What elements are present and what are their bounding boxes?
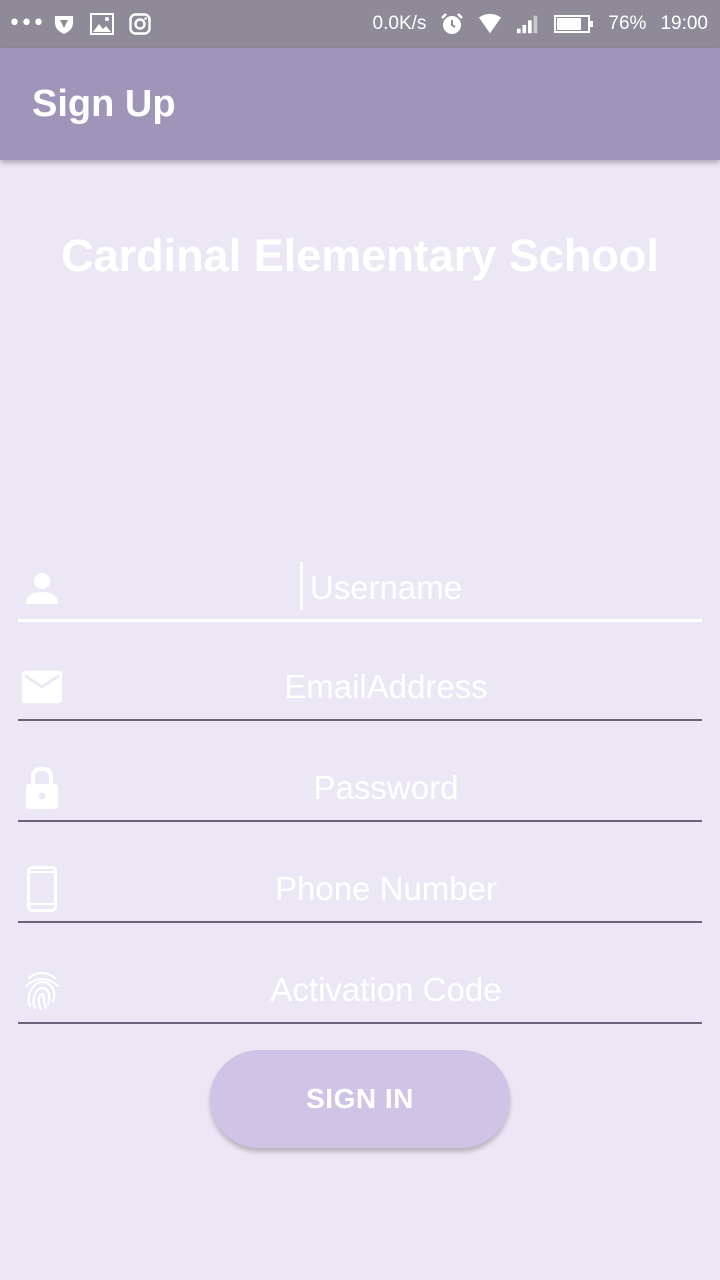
instagram-icon (128, 12, 152, 36)
activation-code-input[interactable] (70, 960, 702, 1020)
sign-in-button[interactable]: SIGN IN (210, 1050, 510, 1148)
status-right: 0.0K/s 76% 19:00 (373, 12, 708, 36)
wifi-icon (478, 12, 502, 36)
username-field[interactable] (18, 558, 702, 622)
person-icon (22, 566, 62, 610)
status-bar: ••• 0.0K/s 76% 19:00 (0, 0, 720, 48)
lock-icon (22, 766, 62, 810)
activation-code-field[interactable] (18, 960, 702, 1024)
email-input[interactable] (70, 657, 702, 717)
page-title: Sign Up (32, 82, 176, 125)
fingerprint-icon (22, 968, 62, 1012)
battery-percent: 76% (608, 13, 647, 34)
status-left: ••• (8, 11, 152, 36)
school-title: Cardinal Elementary School (61, 230, 659, 281)
gallery-icon (90, 12, 114, 36)
envelope-icon (22, 665, 62, 709)
phone-field[interactable] (18, 859, 702, 923)
phone-icon (22, 866, 62, 912)
app-bar: Sign Up (0, 48, 720, 160)
username-input[interactable] (70, 558, 702, 618)
password-input[interactable] (70, 758, 702, 818)
password-field[interactable] (18, 758, 702, 822)
network-speed: 0.0K/s (372, 13, 427, 34)
text-cursor (300, 562, 303, 610)
more-dots-icon: ••• (8, 11, 45, 36)
email-field[interactable] (18, 657, 702, 721)
alarm-icon (440, 12, 464, 36)
signal-icon (516, 12, 540, 36)
phone-input[interactable] (70, 859, 702, 919)
shield-icon (52, 12, 76, 36)
clock: 19:00 (660, 13, 708, 34)
battery-icon (554, 12, 594, 36)
